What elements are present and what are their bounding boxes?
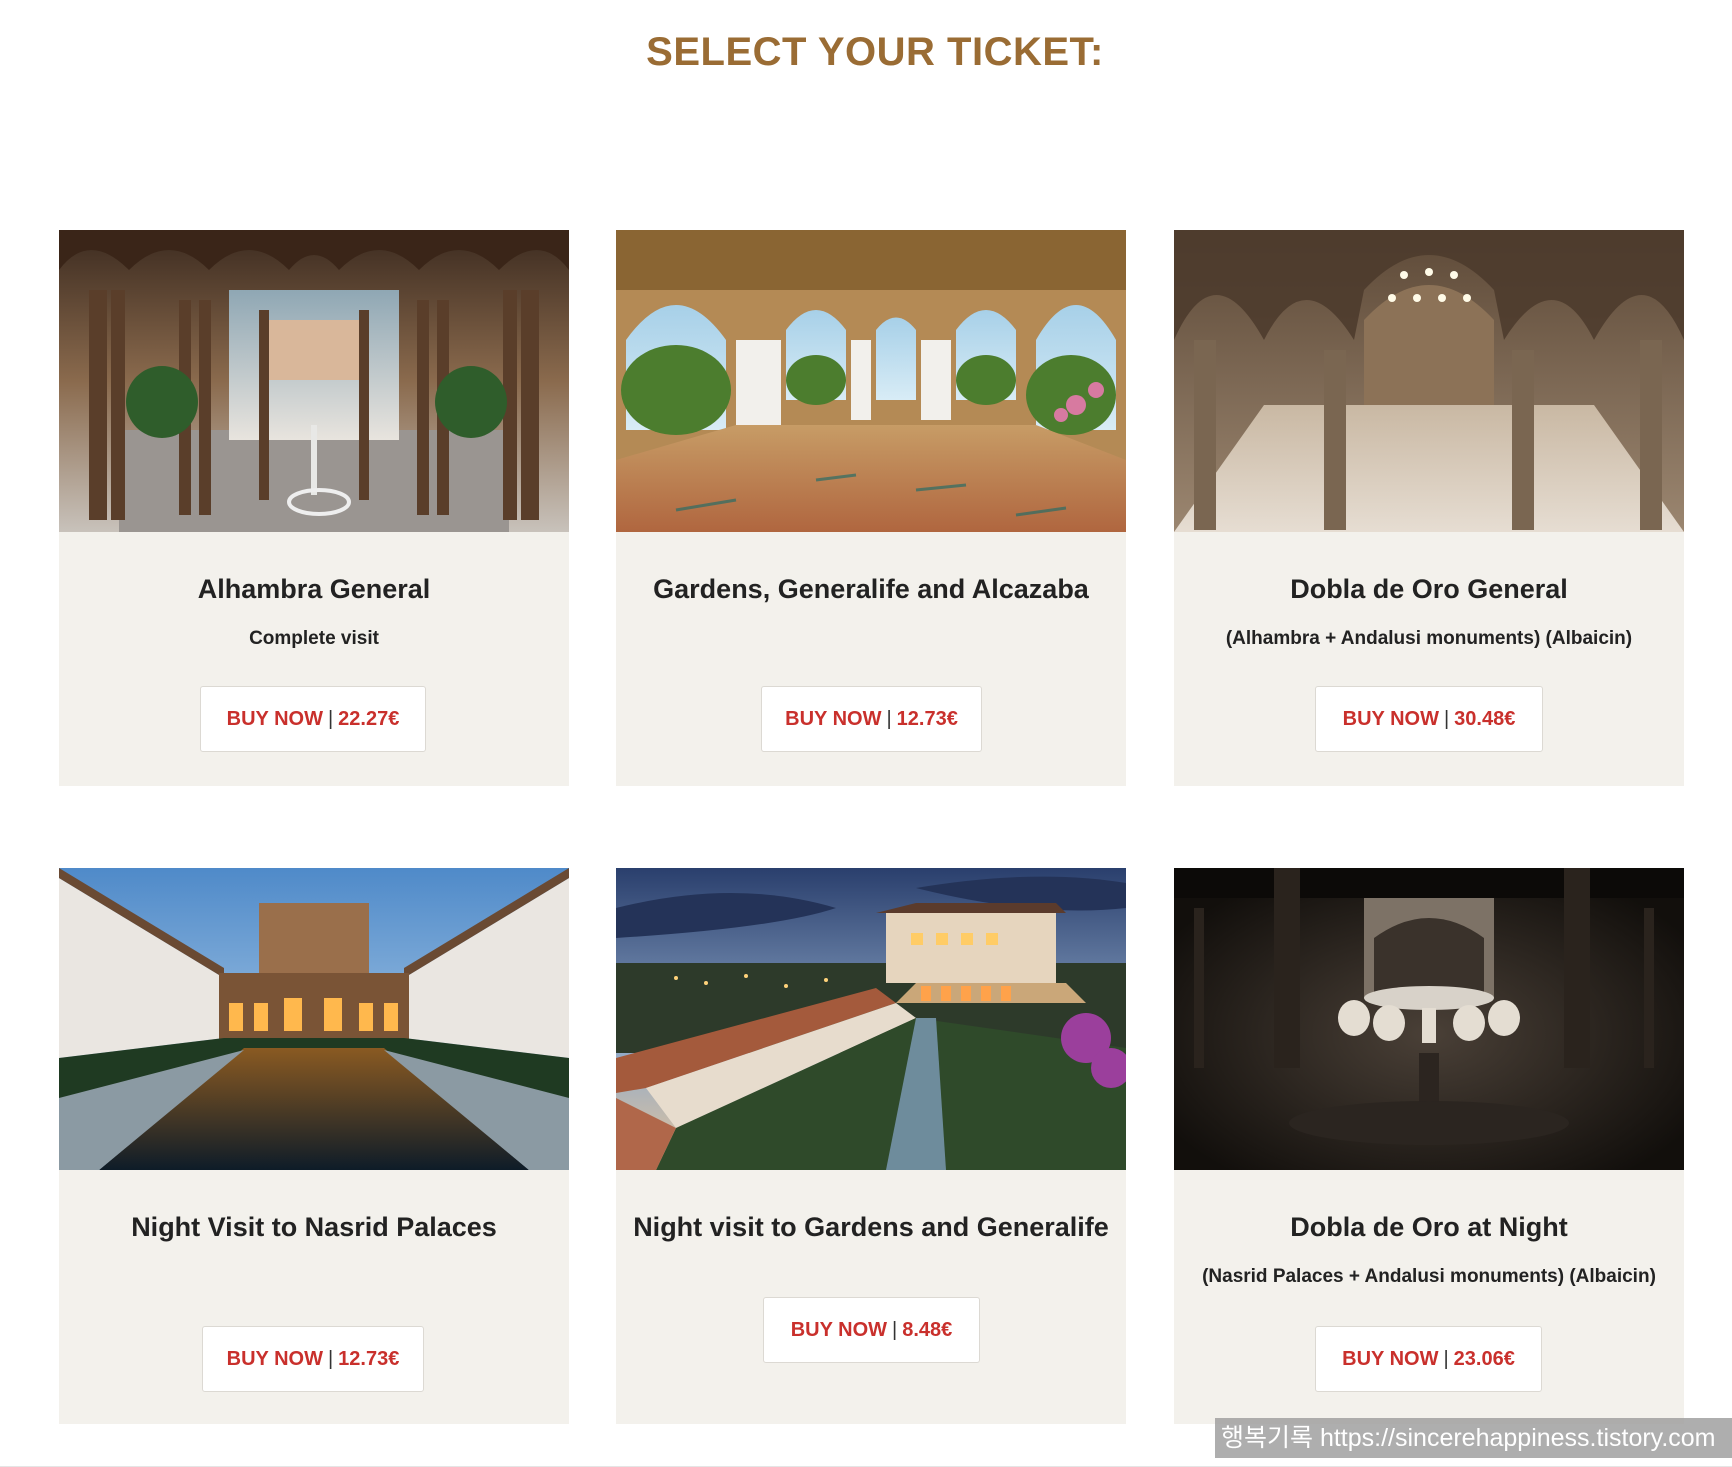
separator: |	[327, 1347, 334, 1370]
buy-now-label: BUY NOW	[1342, 707, 1439, 730]
ticket-card-alhambra-general: Alhambra General Complete visit BUY NOW |…	[59, 230, 569, 786]
ticket-title: Alhambra General	[197, 574, 431, 604]
ticket-card-dobla-de-oro-night: Dobla de Oro at Night (Nasrid Palaces + …	[1174, 868, 1684, 1424]
ticket-card-night-gardens-generalife: Night visit to Gardens and Generalife BU…	[616, 868, 1126, 1424]
buy-now-button[interactable]: BUY NOW | 12.73€	[202, 1326, 424, 1392]
buy-now-label: BUY NOW	[226, 707, 323, 730]
separator: |	[1443, 1347, 1449, 1370]
ticket-photo-generalife-arches[interactable]	[616, 230, 1126, 532]
buy-now-label: BUY NOW	[785, 707, 882, 730]
ticket-card-gardens-generalife-alcazaba: Gardens, Generalife and Alcazaba BUY NOW…	[616, 230, 1126, 786]
buy-now-button[interactable]: BUY NOW | 30.48€	[1315, 686, 1543, 752]
ticket-photo-generalife-at-dusk[interactable]	[616, 868, 1126, 1170]
separator: |	[327, 707, 334, 730]
buy-now-button[interactable]: BUY NOW | 23.06€	[1315, 1326, 1542, 1392]
separator: |	[886, 707, 892, 730]
buy-now-label: BUY NOW	[1342, 1347, 1439, 1370]
ticket-photo-court-of-myrtles[interactable]	[59, 868, 569, 1170]
ticket-subtitle: (Alhambra + Andalusi monuments) (Albaici…	[1225, 628, 1633, 649]
ticket-title: Gardens, Generalife and Alcazaba	[653, 574, 1089, 604]
ticket-price: 12.73€	[896, 707, 958, 730]
separator: |	[1443, 707, 1450, 730]
page-title: SELECT YOUR TICKET:	[646, 30, 1104, 74]
buy-now-button[interactable]: BUY NOW | 12.73€	[761, 686, 982, 752]
ticket-card-night-nasrid-palaces: Night Visit to Nasrid Palaces BUY NOW | 12…	[59, 868, 569, 1424]
ticket-title: Night visit to Gardens and Generalife	[633, 1212, 1109, 1242]
ticket-price: 30.48€	[1454, 707, 1516, 730]
ticket-card-dobla-de-oro-general: Dobla de Oro General (Alhambra + Andalus…	[1174, 230, 1684, 786]
ticket-photo-court-of-lions[interactable]	[59, 230, 569, 532]
ticket-price: 22.27€	[338, 707, 400, 730]
buy-now-label: BUY NOW	[790, 1318, 888, 1341]
separator: |	[892, 1318, 898, 1341]
ticket-photo-lions-fountain-night[interactable]	[1174, 868, 1684, 1170]
buy-now-label: BUY NOW	[226, 1347, 323, 1370]
ticket-price: 12.73€	[338, 1347, 400, 1370]
ticket-photo-arab-baths[interactable]	[1174, 230, 1684, 532]
watermark: 행복기록 https://sincerehappiness.tistory.co…	[1215, 1418, 1732, 1458]
buy-now-button[interactable]: BUY NOW | 8.48€	[763, 1297, 980, 1363]
ticket-subtitle: (Nasrid Palaces + Andalusi monuments) (A…	[1202, 1266, 1656, 1287]
buy-now-button[interactable]: BUY NOW | 22.27€	[200, 686, 426, 752]
ticket-title: Dobla de Oro General	[1290, 574, 1568, 604]
ticket-subtitle: Complete visit	[249, 628, 379, 649]
ticket-title: Night Visit to Nasrid Palaces	[131, 1212, 497, 1242]
ticket-price: 8.48€	[902, 1318, 953, 1341]
ticket-price: 23.06€	[1453, 1347, 1515, 1370]
ticket-title: Dobla de Oro at Night	[1290, 1212, 1568, 1242]
